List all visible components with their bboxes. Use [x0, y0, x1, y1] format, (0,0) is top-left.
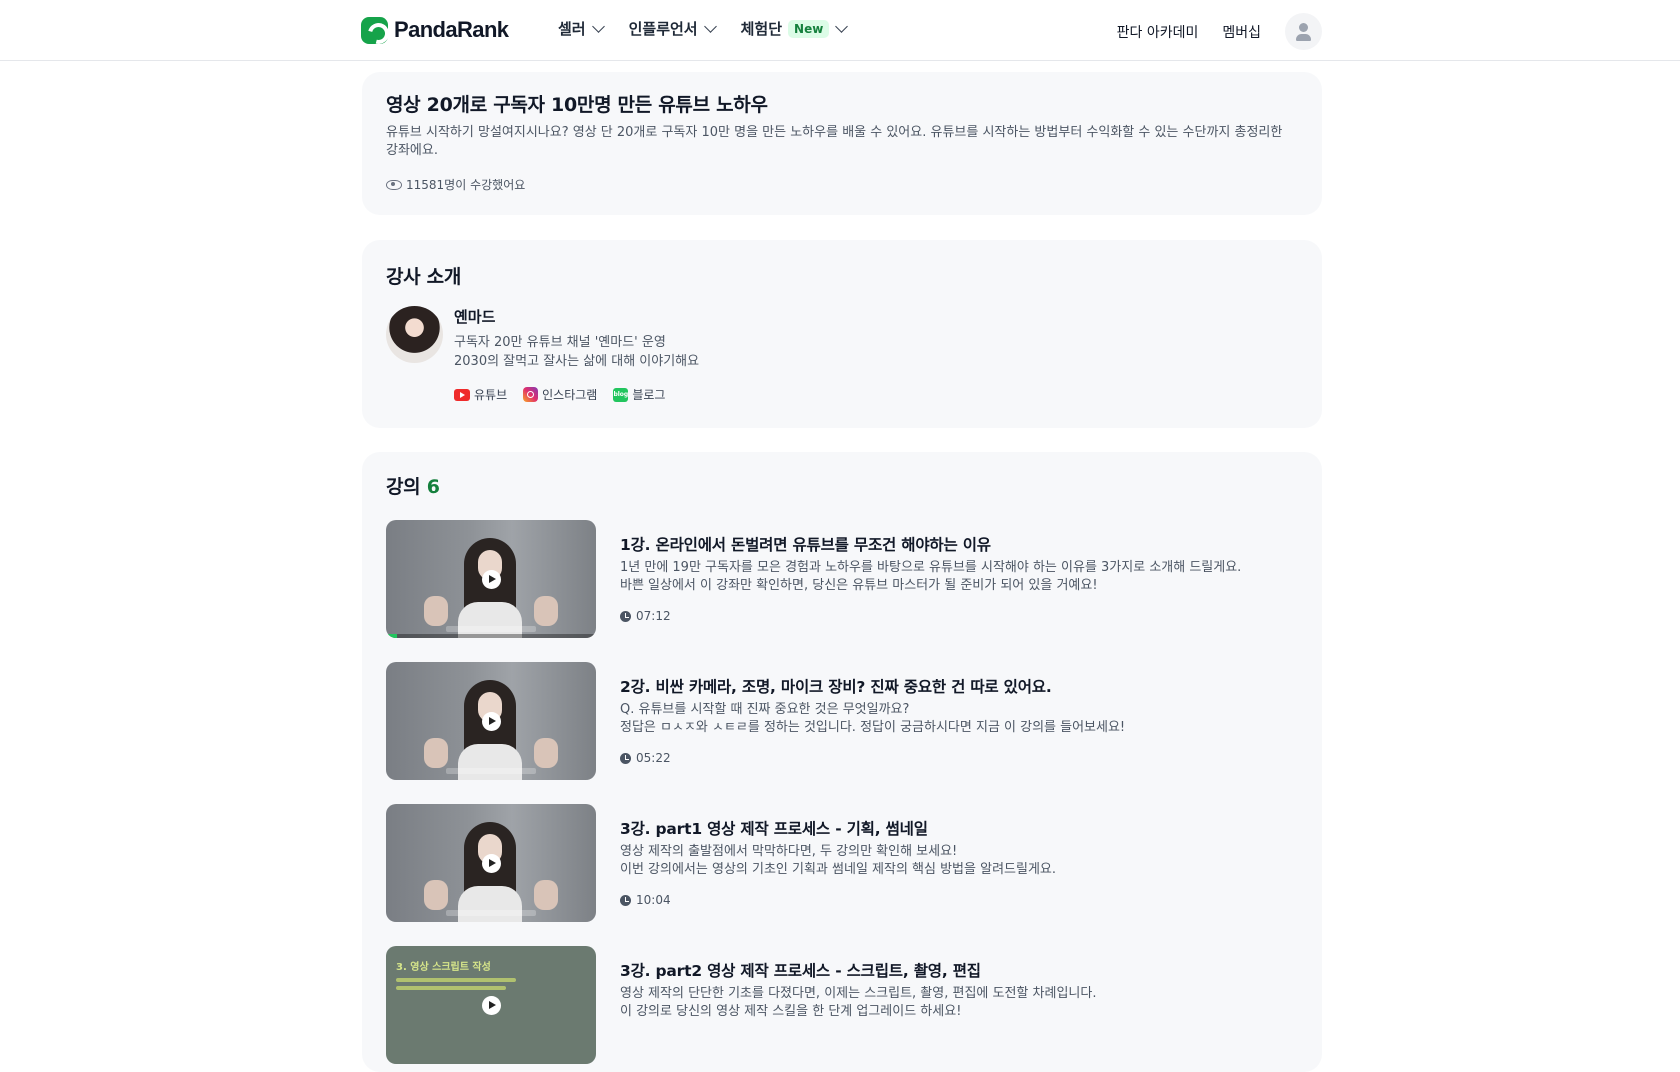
nav-influencer-label: 인플루언서: [628, 20, 698, 38]
thumbnail-caption: [446, 768, 536, 774]
nav-experience-group[interactable]: 체험단 New: [740, 18, 849, 39]
lecture-thumbnail[interactable]: [386, 804, 596, 922]
play-icon[interactable]: [482, 712, 501, 731]
play-icon[interactable]: [482, 570, 501, 589]
lecture-desc-line: 영상 제작의 출발점에서 막막하다면, 두 강의만 확인해 보세요!: [620, 844, 958, 859]
slide-text-line: [396, 986, 506, 990]
main-nav: 셀러 인플루언서 체험단 New: [558, 18, 872, 39]
lecture-count: 6: [426, 476, 440, 498]
clock-icon: [620, 894, 631, 906]
lecture-item[interactable]: 1강. 온라인에서 돈벌려면 유튜브를 무조건 해야하는 이유 1년 만에 19…: [386, 520, 1298, 638]
lecture-desc-line: 영상 제작의 단단한 기초를 다졌다면, 이제는 스크립트, 촬영, 편집에 도…: [620, 986, 1097, 1001]
instructor-bio-line: 2030의 잘먹고 잘사는 삶에 대해 이야기해요: [454, 354, 700, 369]
nav-seller-label: 셀러: [558, 20, 586, 38]
nav-influencer[interactable]: 인플루언서: [628, 18, 717, 39]
pandarank-logo[interactable]: PandaRank: [361, 15, 509, 45]
lecture-desc-line: 정답은 ㅁㅅㅈ와 ㅅㅌㄹ를 정하는 것입니다. 정답이 궁금하시다면 지금 이 …: [620, 720, 1126, 735]
course-description: 유튜브 시작하기 망설여지시나요? 영상 단 20개로 구독자 10만 명을 만…: [386, 125, 1283, 158]
lecture-duration: 05:22: [620, 751, 671, 765]
user-avatar-button[interactable]: [1285, 13, 1322, 50]
instructor-avatar: [386, 306, 443, 363]
enrollment-count: 11581명이 수강했어요: [386, 176, 525, 193]
youtube-label: 유튜브: [474, 388, 508, 402]
lecture-title[interactable]: 3강. part1 영상 제작 프로세스 - 기획, 썸네일: [620, 817, 928, 839]
lecture-item[interactable]: 3강. part1 영상 제작 프로세스 - 기획, 썸네일 영상 제작의 출발…: [386, 804, 1298, 922]
user-icon-body: [1296, 34, 1311, 41]
lecture-item[interactable]: 2강. 비싼 카메라, 조명, 마이크 장비? 진짜 중요한 건 따로 있어요.…: [386, 662, 1298, 780]
course-title: 영상 20개로 구독자 10만명 만든 유튜브 노하우: [386, 94, 768, 116]
membership-link[interactable]: 멤버십: [1222, 22, 1261, 42]
naver-blog-icon: blog: [613, 387, 629, 402]
chevron-down-icon: [835, 19, 849, 33]
user-icon: [1299, 23, 1308, 32]
thumbnail-caption: [446, 626, 536, 632]
lecture-description: 영상 제작의 출발점에서 막막하다면, 두 강의만 확인해 보세요! 이번 강의…: [620, 843, 1290, 879]
lecture-desc-line: Q. 유튜브를 시작할 때 진짜 중요한 것은 무엇일까요?: [620, 702, 910, 717]
lecture-desc-line: 이 강의로 당신의 영상 제작 스킬을 한 단계 업그레이드 하세요!: [620, 1004, 962, 1019]
lecture-thumbnail[interactable]: [386, 520, 596, 638]
top-header: PandaRank 셀러 인플루언서 체험단 New 판다 아카데미 멤버십: [0, 0, 1680, 61]
chevron-down-icon: [591, 19, 605, 33]
lecture-thumbnail[interactable]: [386, 662, 596, 780]
play-icon[interactable]: [482, 854, 501, 873]
youtube-link[interactable]: 유튜브: [454, 386, 507, 403]
enrollment-text: 11581명이 수강했어요: [406, 178, 526, 192]
nav-seller[interactable]: 셀러: [558, 18, 605, 39]
course-info-card: 영상 20개로 구독자 10만명 만든 유튜브 노하우 유튜브 시작하기 망설여…: [362, 72, 1322, 215]
lectures-title-text: 강의: [386, 476, 421, 498]
watch-progress-bar: [386, 634, 596, 638]
lecture-thumbnail[interactable]: 3. 영상 스크립트 작성: [386, 946, 596, 1064]
duration-text: 07:12: [636, 609, 671, 623]
instructor-name: 옌마드: [454, 308, 496, 326]
slide-text-line: [396, 978, 516, 982]
clock-icon: [620, 610, 631, 622]
blog-label: 블로그: [632, 388, 666, 402]
academy-link[interactable]: 판다 아카데미: [1117, 22, 1199, 42]
lecture-item[interactable]: 3. 영상 스크립트 작성 3강. part2 영상 제작 프로세스 - 스크립…: [386, 946, 1298, 1064]
duration-text: 05:22: [636, 751, 671, 765]
lecture-description: 영상 제작의 단단한 기초를 다졌다면, 이제는 스크립트, 촬영, 편집에 도…: [620, 985, 1290, 1021]
chevron-down-icon: [703, 19, 717, 33]
header-right: 판다 아카데미 멤버십: [1117, 13, 1322, 50]
lecture-duration: 07:12: [620, 609, 671, 623]
play-icon[interactable]: [482, 996, 501, 1015]
lecture-title[interactable]: 1강. 온라인에서 돈벌려면 유튜브를 무조건 해야하는 이유: [620, 533, 991, 555]
instagram-label: 인스타그램: [542, 388, 598, 402]
lectures-card: 강의 6 1강. 온라인에서 돈벌려면 유튜브를 무조건 해야하는 이유 1년 …: [362, 452, 1322, 1072]
instagram-icon: [523, 387, 539, 402]
nav-experience-label: 체험단: [740, 20, 783, 38]
lecture-desc-line: 바쁜 일상에서 이 강좌만 확인하면, 당신은 유튜브 마스터가 될 준비가 되…: [620, 578, 1098, 593]
lecture-description: Q. 유튜브를 시작할 때 진짜 중요한 것은 무엇일까요? 정답은 ㅁㅅㅈ와 …: [620, 701, 1290, 737]
instructor-social-links: 유튜브 인스타그램 blog 블로그: [454, 386, 681, 403]
lecture-description: 1년 만에 19만 구독자를 모은 경험과 노하우를 바탕으로 유튜브를 시작해…: [620, 559, 1290, 595]
youtube-icon: [454, 388, 470, 401]
instructor-bio-line: 구독자 20만 유튜브 채널 '옌마드' 운영: [454, 335, 666, 350]
lectures-section-title: 강의 6: [386, 472, 440, 499]
watch-progress-fill: [386, 634, 397, 638]
lecture-desc-line: 이번 강의에서는 영상의 기초인 기획과 썸네일 제작의 핵심 방법을 알려드릴…: [620, 862, 1057, 877]
lecture-title[interactable]: 3강. part2 영상 제작 프로세스 - 스크립트, 촬영, 편집: [620, 959, 981, 981]
blog-link[interactable]: blog 블로그: [613, 386, 665, 403]
logo-text: PandaRank: [394, 17, 509, 42]
lecture-desc-line: 1년 만에 19만 구독자를 모은 경험과 노하우를 바탕으로 유튜브를 시작해…: [620, 560, 1242, 575]
panda-logo-icon: [361, 16, 388, 44]
instructor-section-title: 강사 소개: [386, 266, 462, 288]
clock-icon: [620, 752, 631, 764]
thumbnail-caption: [446, 910, 536, 916]
duration-text: 10:04: [636, 893, 671, 907]
eye-icon: [386, 179, 402, 190]
instagram-link[interactable]: 인스타그램: [523, 386, 597, 403]
lecture-title[interactable]: 2강. 비싼 카메라, 조명, 마이크 장비? 진짜 중요한 건 따로 있어요.: [620, 675, 1052, 697]
lecture-duration: 10:04: [620, 893, 671, 907]
slide-title: 3. 영상 스크립트 작성: [396, 962, 491, 973]
instructor-card: 강사 소개 옌마드 구독자 20만 유튜브 채널 '옌마드' 운영 2030의 …: [362, 240, 1322, 428]
new-badge: New: [788, 19, 830, 38]
